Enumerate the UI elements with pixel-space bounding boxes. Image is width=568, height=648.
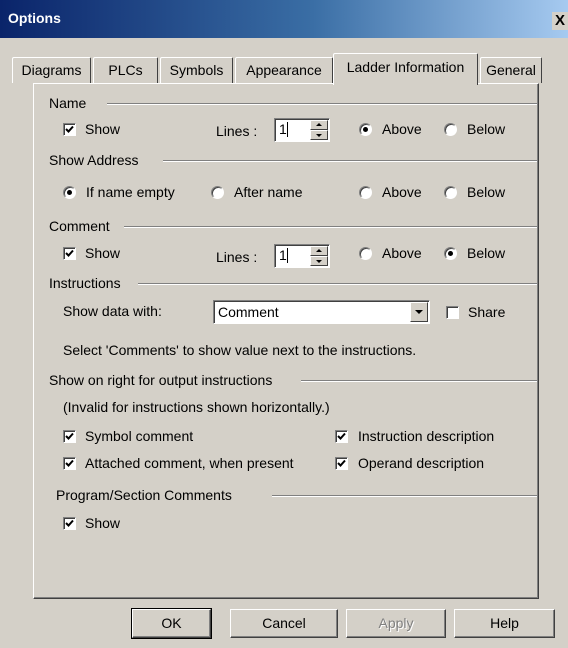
attached-comment-label: Attached comment, when present: [85, 455, 294, 471]
show-data-value: Comment: [218, 304, 279, 320]
name-lines-label: Lines :: [216, 123, 258, 139]
help-button[interactable]: Help: [454, 609, 555, 638]
address-below-radio[interactable]: [444, 186, 457, 199]
comment-below-label: Below: [467, 245, 506, 261]
comment-group-label: Comment: [49, 218, 110, 234]
address-above-radio[interactable]: [359, 186, 372, 199]
name-above-label: Above: [382, 121, 422, 137]
name-lines-spinner[interactable]: 1: [274, 118, 330, 142]
comment-group-divider: [124, 226, 537, 228]
address-after-name-radio[interactable]: [211, 186, 224, 199]
tab-symbols[interactable]: Symbols: [160, 57, 233, 83]
name-below-radio[interactable]: [444, 123, 457, 136]
check-icon: [337, 459, 346, 467]
check-icon: [65, 519, 74, 527]
address-above-label: Above: [382, 184, 422, 200]
address-if-name-empty-label: If name empty: [86, 184, 175, 200]
program-show-label: Show: [85, 515, 121, 531]
close-button[interactable]: X: [552, 12, 568, 30]
tab-diagrams[interactable]: Diagrams: [12, 57, 91, 83]
attached-comment-checkbox[interactable]: [63, 457, 76, 470]
comment-lines-value: 1: [279, 247, 287, 263]
symbol-comment-label: Symbol comment: [85, 428, 194, 444]
show-data-combo[interactable]: Comment: [213, 300, 430, 324]
operand-description-checkbox[interactable]: [335, 457, 348, 470]
name-above-radio[interactable]: [359, 123, 372, 136]
instructions-hint: Select 'Comments' to show value next to …: [63, 342, 417, 358]
comment-above-label: Above: [382, 245, 422, 261]
spin-down-icon[interactable]: [310, 130, 328, 140]
output-group-divider: [301, 380, 537, 382]
title-bar: Options: [0, 0, 568, 38]
apply-button[interactable]: Apply: [346, 609, 446, 638]
name-show-checkbox[interactable]: [63, 123, 76, 136]
comment-below-radio[interactable]: [444, 247, 457, 260]
tab-general[interactable]: General: [480, 57, 542, 83]
check-icon: [65, 249, 74, 257]
check-icon: [337, 432, 346, 440]
chevron-down-icon[interactable]: [410, 302, 428, 322]
name-lines-value: 1: [279, 121, 287, 137]
share-checkbox[interactable]: [446, 306, 459, 319]
name-group-divider: [107, 103, 537, 105]
spin-down-icon[interactable]: [310, 256, 328, 266]
spin-up-icon[interactable]: [310, 120, 328, 130]
address-below-label: Below: [467, 184, 506, 200]
check-icon: [65, 432, 74, 440]
address-after-name-label: After name: [234, 184, 303, 200]
window-title: Options: [8, 10, 61, 26]
share-label: Share: [468, 304, 506, 320]
comment-above-radio[interactable]: [359, 247, 372, 260]
operand-description-label: Operand description: [358, 455, 485, 471]
address-if-name-empty-radio[interactable]: [63, 186, 76, 199]
program-show-checkbox[interactable]: [63, 517, 76, 530]
output-group-label: Show on right for output instructions: [49, 372, 273, 388]
check-icon: [65, 125, 74, 133]
spin-up-icon[interactable]: [310, 246, 328, 256]
tab-ladder-information[interactable]: Ladder Information: [333, 53, 478, 85]
check-icon: [65, 459, 74, 467]
cancel-button[interactable]: Cancel: [230, 609, 338, 638]
comment-lines-spinner[interactable]: 1: [274, 244, 330, 268]
comment-show-checkbox[interactable]: [63, 247, 76, 260]
address-group-label: Show Address: [49, 152, 139, 168]
name-show-label: Show: [85, 121, 121, 137]
name-below-label: Below: [467, 121, 506, 137]
show-data-label: Show data with:: [63, 303, 162, 319]
comment-lines-label: Lines :: [216, 249, 258, 265]
address-group-divider: [163, 160, 537, 162]
output-note: (Invalid for instructions shown horizont…: [63, 399, 330, 415]
instructions-group-divider: [138, 283, 537, 285]
symbol-comment-checkbox[interactable]: [63, 430, 76, 443]
program-group-label: Program/Section Comments: [56, 487, 232, 503]
instruction-description-checkbox[interactable]: [335, 430, 348, 443]
comment-show-label: Show: [85, 245, 121, 261]
instructions-group-label: Instructions: [49, 275, 121, 291]
tab-appearance[interactable]: Appearance: [235, 57, 333, 83]
program-group-divider: [272, 495, 537, 497]
instruction-description-label: Instruction description: [358, 428, 495, 444]
ok-button[interactable]: OK: [131, 608, 212, 639]
tab-plcs[interactable]: PLCs: [93, 57, 158, 83]
name-group-label: Name: [49, 95, 87, 111]
